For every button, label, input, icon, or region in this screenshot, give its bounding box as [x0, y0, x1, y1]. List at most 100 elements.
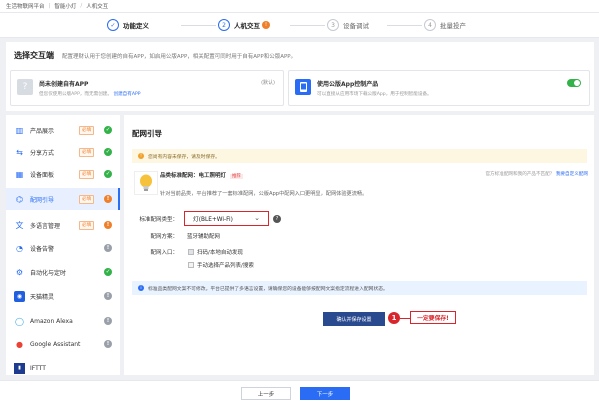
sidebar-item-label: Amazon Alexa	[30, 317, 73, 325]
info-bar: i 标准品类配网文案不可修改。平台已提供了多语言设置，请确保您的设备能够按配网文…	[132, 281, 587, 295]
step-label: 批量投产	[440, 22, 466, 30]
sidebar-item-alexa[interactable]: ◯ Amazon Alexa !	[6, 310, 120, 332]
select-value: 灯(BLE+Wi-Fi)	[193, 217, 233, 223]
sidebar: ▥ 产品展示 必填 ✓ ⇆ 分享方式 必填 ✓ ▦ 设备面板 必填 ✓ ⌬ 配网…	[6, 115, 120, 375]
step-connector	[387, 25, 422, 26]
share-icon: ⇆	[16, 147, 23, 157]
own-app-option[interactable]: ? 尚未创建自有APP 但您仅使用公版APP，而无需创建。 创建自有APP (默…	[10, 70, 284, 106]
main-content: 配网引导 ! 您尚有内容未保存，请及时保存。 品类标准配网：电工照明灯 推荐 针…	[124, 115, 594, 375]
sidebar-item-device-alarm[interactable]: ◔ 设备告警 !	[6, 237, 120, 259]
entry-manual-checkbox[interactable]	[188, 262, 194, 268]
default-tag: (默认)	[261, 80, 275, 86]
alarm-icon: ◔	[16, 243, 23, 253]
footer-bar: 上一步 下一步	[0, 380, 599, 404]
section-description: 配置理财认用于您创建的自有APP，如启用公版APP，相关配置可同时用于自有APP…	[62, 54, 297, 60]
info-text: 标准品类配网文案不可修改。平台已提供了多语言设置，请确保您的设备能够按配网文案指…	[148, 286, 388, 292]
option-title: 使用公版App控制产品	[317, 81, 379, 88]
info-icon: !	[104, 317, 112, 325]
question-icon: ?	[17, 79, 33, 95]
sidebar-item-google-assistant[interactable]: ● Google Assistant !	[6, 333, 120, 355]
breadcrumb: 生活物联网平台 | 智能小灯 / 人机交互	[0, 0, 599, 13]
step-label: 功能定义	[123, 22, 149, 30]
section-title: 选择交互端	[14, 51, 54, 60]
breadcrumb-product[interactable]: 智能小灯	[54, 2, 76, 10]
panel-icon: ▦	[15, 169, 24, 179]
required-badge: 必填	[79, 194, 95, 204]
sidebar-item-label: Google Assistant	[30, 340, 81, 348]
annotation-label: 一定要保存!	[410, 311, 456, 324]
network-icon: ⌬	[16, 194, 23, 204]
info-icon: !	[104, 244, 112, 252]
public-app-option[interactable]: 使用公版App控制产品 可以直接从应用市场下载公版App，用于控制智能设备。	[288, 70, 590, 106]
sidebar-item-label: IFTTT	[30, 364, 46, 372]
sidebar-item-automation[interactable]: ⚙ 自动化与定时 ✓	[6, 261, 120, 283]
language-icon: 文	[15, 220, 24, 230]
help-icon[interactable]: ?	[273, 215, 281, 223]
app-icon	[295, 79, 311, 95]
network-entry-label: 配网入口：	[150, 250, 178, 256]
hint-text: 官方标准配网和我的产品不匹配？	[485, 172, 555, 177]
sidebar-item-network-guide[interactable]: ⌬ 配网引导 必填 !	[6, 188, 120, 210]
step-number: 3	[327, 19, 339, 31]
required-badge: 必填	[79, 220, 95, 230]
entry-scan-label: 扫码/本地自动发现	[197, 250, 243, 256]
network-type-select[interactable]: 灯(BLE+Wi-Fi) ⌄	[184, 211, 269, 226]
automation-icon: ⚙	[15, 267, 24, 277]
sidebar-item-product-display[interactable]: ▥ 产品展示 必填 ✓	[6, 119, 120, 141]
info-icon: !	[104, 340, 112, 348]
warning-icon: !	[262, 21, 270, 29]
confirm-save-button[interactable]: 确认并保存设置	[323, 312, 385, 326]
page-title: 配网引导	[132, 129, 162, 138]
alexa-icon: ◯	[15, 316, 24, 326]
step-connector	[181, 25, 216, 26]
sidebar-item-label: 自动化与定时	[30, 269, 67, 277]
sidebar-item-device-panel[interactable]: ▦ 设备面板 必填 ✓	[6, 163, 120, 185]
required-badge: 必填	[79, 147, 95, 157]
create-own-app-link[interactable]: 创建自有APP	[113, 92, 140, 97]
google-assistant-icon: ●	[16, 339, 23, 349]
ifttt-icon: ▮	[14, 362, 25, 374]
product-description: 针对当前品类，平台推荐了一套标准配网，公版App中配网入口更明显，配网体验更流畅…	[160, 191, 368, 197]
sidebar-item-multilang[interactable]: 文 多语言管理 必填 !	[6, 214, 120, 236]
required-badge: 必填	[79, 125, 95, 135]
sidebar-item-label: 设备告警	[30, 245, 55, 253]
next-step-button[interactable]: 下一步	[300, 387, 350, 400]
sidebar-item-label: 产品展示	[30, 127, 55, 135]
option-description: 可以直接从应用市场下载公版App，用于控制智能设备。	[317, 92, 432, 97]
steps-bar: ✓ 功能定义 2 人机交互 ! 3 设备调试 4 批量投产	[0, 13, 599, 38]
info-icon: !	[104, 292, 112, 300]
entry-scan-checkbox[interactable]	[188, 249, 194, 255]
step-device-debug[interactable]: 3 设备调试	[327, 19, 369, 31]
recommend-tag: 推荐	[229, 174, 243, 179]
breadcrumb-separator: /	[80, 3, 83, 9]
sidebar-item-share[interactable]: ⇆ 分享方式 必填 ✓	[6, 141, 120, 163]
option-description-text: 但您仅使用公版APP，而无需创建。	[39, 92, 112, 97]
sidebar-item-label: 分享方式	[30, 149, 55, 157]
network-type-label: 标准配网类型：	[139, 217, 178, 223]
unsaved-notice: ! 您尚有内容未保存，请及时保存。	[132, 149, 587, 163]
option-description: 但您仅使用公版APP，而无需创建。 创建自有APP	[39, 91, 141, 97]
info-icon: i	[138, 285, 144, 291]
sidebar-item-label: 设备面板	[30, 171, 55, 179]
check-icon: ✓	[104, 126, 112, 134]
annotation-connector	[400, 318, 410, 319]
sidebar-item-label: 天猫精灵	[30, 293, 55, 301]
warning-icon: !	[138, 153, 144, 159]
breadcrumb-platform[interactable]: 生活物联网平台	[6, 2, 45, 10]
sidebar-item-tmall-genie[interactable]: ◉ 天猫精灵 !	[6, 285, 120, 307]
step-number: 4	[424, 19, 436, 31]
step-interaction[interactable]: 2 人机交互 !	[218, 19, 270, 31]
sidebar-item-ifttt[interactable]: ▮ IFTTT	[6, 357, 120, 375]
required-badge: 必填	[79, 169, 95, 179]
public-app-toggle[interactable]	[567, 79, 581, 87]
step-function-definition[interactable]: ✓ 功能定义	[107, 19, 149, 31]
step-label: 设备调试	[343, 22, 369, 30]
step-mass-production[interactable]: 4 批量投产	[424, 19, 466, 31]
network-scheme-value: 蓝牙辅助配网	[187, 234, 221, 240]
prev-step-button[interactable]: 上一步	[241, 387, 291, 400]
product-title-text: 品类标准配网：电工照明灯	[160, 173, 227, 179]
option-title: 尚未创建自有APP	[39, 81, 89, 88]
breadcrumb-separator: |	[48, 3, 51, 9]
product-title: 品类标准配网：电工照明灯 推荐	[160, 171, 243, 179]
custom-network-link[interactable]: 我要自定义配网	[556, 172, 588, 177]
